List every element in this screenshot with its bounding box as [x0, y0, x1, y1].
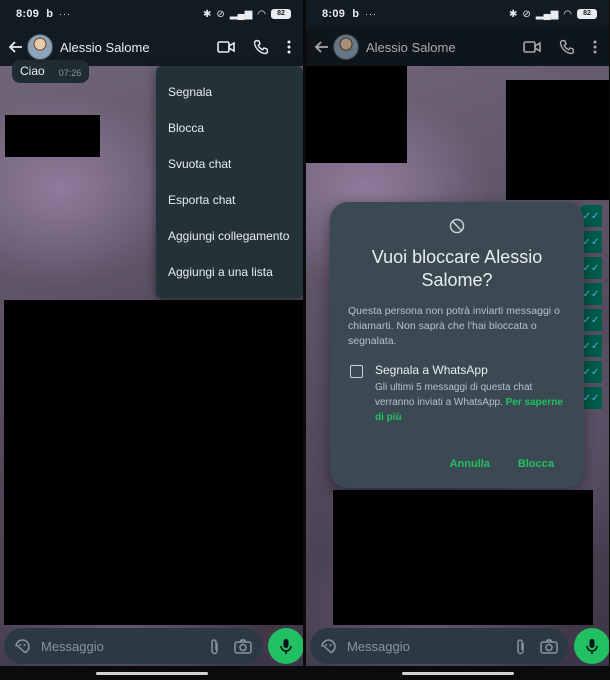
wifi-icon: ◠	[257, 8, 266, 20]
mic-button[interactable]	[268, 628, 303, 664]
menu-item-aggiungi-lista[interactable]: Aggiungi a una lista	[156, 254, 303, 290]
redacted-area	[5, 115, 100, 157]
status-bar: 8:09 b ··· ✱ ⊘ ▂▄▆ ◠ 82	[0, 0, 303, 28]
microphone-icon	[280, 638, 292, 655]
sticker-icon[interactable]	[14, 638, 31, 655]
mic-button[interactable]	[574, 628, 609, 664]
sticker-icon[interactable]	[320, 638, 337, 655]
contact-name[interactable]: Alessio Salome	[60, 40, 150, 55]
right-screen: 8:09 b ··· ✱ ⊘ ▂▄▆ ◠ 82 Alessio Salome ✓…	[306, 0, 609, 680]
message-input[interactable]: Messaggio	[347, 639, 516, 654]
avatar[interactable]	[333, 34, 359, 60]
back-arrow-icon[interactable]	[312, 39, 330, 55]
attachment-icon[interactable]	[210, 638, 220, 655]
dialog-title: Vuoi bloccare Alessio Salome?	[371, 247, 543, 290]
microphone-icon	[586, 638, 598, 655]
more-options-icon[interactable]	[287, 40, 291, 54]
contact-name[interactable]: Alessio Salome	[366, 40, 456, 55]
wifi-icon: ◠	[563, 8, 572, 20]
mute-icon: ⊘	[216, 8, 225, 20]
menu-item-svuota-chat[interactable]: Svuota chat	[156, 146, 303, 182]
menu-item-esporta-chat[interactable]: Esporta chat	[156, 182, 303, 218]
camera-icon[interactable]	[234, 638, 252, 654]
camera-icon[interactable]	[540, 638, 558, 654]
signal-icon: ▂▄▆	[535, 8, 559, 20]
block-button[interactable]: Blocca	[518, 458, 554, 470]
phone-call-icon[interactable]	[559, 39, 575, 55]
menu-item-blocca[interactable]: Blocca	[156, 110, 303, 146]
back-arrow-icon[interactable]	[6, 39, 24, 55]
status-app-letter: b	[46, 8, 53, 20]
menu-item-segnala[interactable]: Segnala	[156, 74, 303, 110]
status-time: 8:09	[322, 8, 346, 20]
signal-icon: ▂▄▆	[229, 8, 253, 20]
attachment-icon[interactable]	[516, 638, 526, 655]
message-composer[interactable]: Messaggio	[310, 628, 568, 664]
home-indicator[interactable]	[96, 672, 208, 675]
nav-bar	[0, 666, 303, 680]
status-icons: ✱ ⊘ ▂▄▆ ◠ 82	[509, 9, 597, 20]
more-options-icon[interactable]	[593, 40, 597, 54]
bluetooth-icon: ✱	[509, 8, 518, 20]
chat-header: Alessio Salome	[306, 28, 609, 66]
message-input[interactable]: Messaggio	[41, 639, 210, 654]
redacted-area	[333, 490, 593, 625]
status-more: ···	[58, 9, 71, 19]
nav-bar	[306, 666, 609, 680]
left-screen: 8:09 b ··· ✱ ⊘ ▂▄▆ ◠ 82 Alessio Salome C…	[0, 0, 303, 680]
menu-item-aggiungi-collegamento[interactable]: Aggiungi collegamento	[156, 218, 303, 254]
message-time: 07:26	[58, 68, 82, 78]
report-checkbox-label: Segnala a WhatsApp	[375, 363, 488, 377]
status-icons: ✱ ⊘ ▂▄▆ ◠ 82	[203, 9, 291, 20]
report-checkbox-description: Gli ultimi 5 messaggi di questa chat ver…	[375, 380, 566, 425]
status-app-letter: b	[352, 8, 359, 20]
battery-icon: 82	[577, 9, 597, 19]
redacted-area	[506, 80, 609, 200]
message-text: Ciao	[20, 64, 45, 78]
mute-icon: ⊘	[522, 8, 531, 20]
avatar[interactable]	[27, 34, 53, 60]
report-option[interactable]: Segnala a WhatsApp Gli ultimi 5 messaggi…	[348, 363, 566, 425]
phone-call-icon[interactable]	[253, 39, 269, 55]
redacted-area	[4, 300, 303, 625]
status-bar: 8:09 b ··· ✱ ⊘ ▂▄▆ ◠ 82	[306, 0, 609, 28]
block-icon	[348, 218, 566, 234]
redacted-area	[306, 66, 407, 163]
video-call-icon[interactable]	[217, 40, 235, 54]
video-call-icon[interactable]	[523, 40, 541, 54]
home-indicator[interactable]	[402, 672, 514, 675]
cancel-button[interactable]: Annulla	[450, 458, 490, 470]
block-dialog: Vuoi bloccare Alessio Salome? Questa per…	[330, 202, 584, 488]
report-checkbox[interactable]	[350, 365, 363, 378]
dialog-description: Questa persona non potrà inviarti messag…	[348, 305, 560, 347]
overflow-menu: Segnala Blocca Svuota chat Esporta chat …	[156, 66, 303, 298]
status-more: ···	[364, 9, 377, 19]
battery-icon: 82	[271, 9, 291, 19]
message-bubble[interactable]: Ciao 07:26	[12, 60, 90, 83]
message-composer[interactable]: Messaggio	[4, 628, 262, 664]
bluetooth-icon: ✱	[203, 8, 212, 20]
status-time: 8:09	[16, 8, 40, 20]
dialog-buttons: Annulla Blocca	[450, 458, 554, 470]
